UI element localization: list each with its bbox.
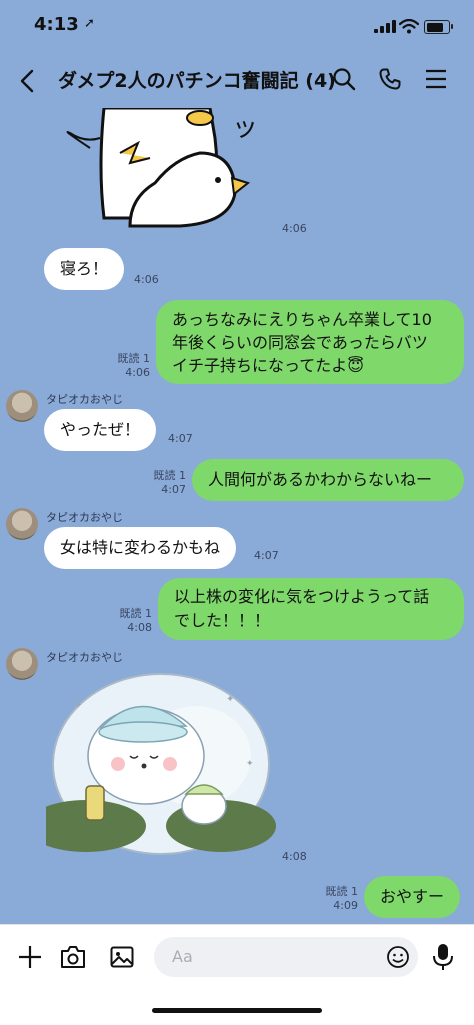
- wifi-icon: [399, 19, 419, 34]
- received-message-bubble[interactable]: 女は特に変わるかもね: [44, 527, 237, 569]
- sent-message-bubble[interactable]: 以上株の変化に気をつけようって話 でした！！！: [158, 578, 464, 640]
- message-time: 4:06: [134, 273, 159, 286]
- cellular-signal-icon: [374, 20, 396, 33]
- camera-icon[interactable]: [60, 945, 86, 969]
- avatar[interactable]: [6, 390, 38, 422]
- message-text: 寝ろ！: [60, 259, 109, 278]
- message-input[interactable]: [154, 937, 418, 977]
- search-icon[interactable]: [332, 67, 356, 91]
- phone-call-icon[interactable]: [378, 67, 402, 91]
- status-time: 4:13: [34, 14, 79, 35]
- sender-name: タピオカおやじ: [46, 651, 123, 664]
- avatar[interactable]: [6, 648, 38, 680]
- sender-name: タピオカおやじ: [46, 511, 123, 524]
- message-time: 4:07: [168, 432, 193, 445]
- message-text: 人間何があるかわからないねー: [208, 470, 433, 489]
- message-line: 以上株の変化に気をつけようって話: [174, 587, 430, 606]
- sticker-bird[interactable]: ッ: [60, 108, 280, 228]
- received-message-bubble[interactable]: やったぜ！: [44, 409, 157, 451]
- message-time: 4:08: [282, 850, 307, 863]
- svg-text:ッ: ッ: [232, 113, 258, 143]
- location-icon: ➚: [84, 16, 95, 31]
- image-icon[interactable]: [110, 945, 134, 969]
- message-time: 4:08: [127, 621, 152, 634]
- message-line: イチ子持ちになってたよ😇: [172, 356, 364, 375]
- sent-message-bubble[interactable]: おやすー: [364, 876, 461, 918]
- sent-message-bubble[interactable]: 人間何があるかわからないねー: [192, 459, 464, 501]
- message-line: 年後くらいの同窓会であったらバツ: [172, 333, 428, 352]
- received-message-bubble[interactable]: 寝ろ！: [44, 248, 125, 290]
- message-line: あっちなみにえりちゃん卒業して10: [172, 310, 432, 329]
- sender-name: タピオカおやじ: [46, 393, 123, 406]
- message-time: 4:06: [125, 366, 150, 379]
- emoji-icon[interactable]: [386, 945, 410, 969]
- message-time: 4:07: [161, 483, 186, 496]
- message-time: 4:07: [254, 549, 279, 562]
- avatar[interactable]: [6, 508, 38, 540]
- svg-text:✦: ✦: [226, 694, 234, 705]
- sent-message-bubble[interactable]: あっちなみにえりちゃん卒業して10 年後くらいの同窓会であったらバツ イチ子持ち…: [156, 300, 464, 384]
- svg-text:✦: ✦: [246, 759, 254, 769]
- message-time: 4:09: [333, 899, 358, 912]
- read-receipt: 既読 1: [119, 607, 153, 620]
- read-receipt: 既読 1: [117, 352, 151, 365]
- read-receipt: 既読 1: [325, 885, 359, 898]
- message-line: でした！！！: [174, 611, 271, 630]
- read-receipt: 既読 1: [153, 469, 187, 482]
- home-indicator: [152, 1008, 322, 1013]
- back-chevron-icon[interactable]: [18, 68, 36, 94]
- message-text: おやすー: [380, 887, 445, 906]
- svg-text:✦: ✦: [74, 700, 82, 711]
- message-time: 4:06: [282, 222, 307, 235]
- menu-icon[interactable]: [425, 69, 447, 89]
- message-input-placeholder: Aa: [172, 947, 193, 966]
- microphone-icon[interactable]: [432, 943, 454, 971]
- message-text: 女は特に変わるかもね: [60, 538, 221, 557]
- chat-title[interactable]: ダメプ2人のパチンコ奮闘記 (4): [58, 66, 336, 93]
- plus-icon[interactable]: [18, 945, 42, 969]
- battery-icon: [424, 20, 453, 34]
- sticker-sleeping-bear[interactable]: ✦ ✦ ✦: [46, 666, 276, 858]
- message-text: やったぜ！: [60, 420, 141, 439]
